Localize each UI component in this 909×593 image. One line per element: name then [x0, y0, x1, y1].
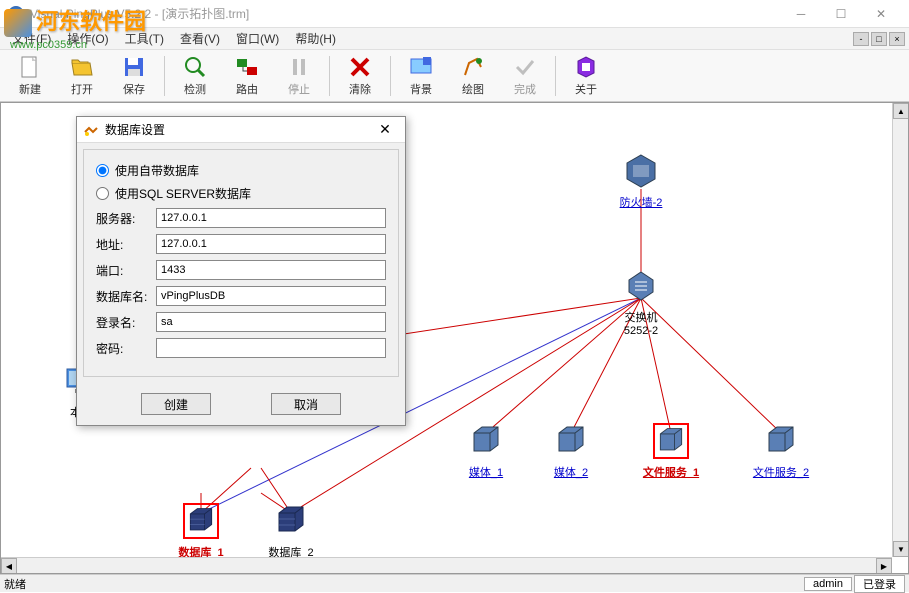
about-icon [574, 55, 598, 79]
menu-help[interactable]: 帮助(H) [287, 28, 344, 49]
toolbar: 新建 打开 保存 检测 路由 停止 清除 背景 绘图 完成 关于 [0, 50, 909, 102]
clear-icon [348, 55, 372, 79]
node-firewall[interactable]: 防火墙-2 [611, 153, 671, 210]
mdi-restore[interactable]: □ [871, 32, 887, 46]
database-icon [273, 503, 309, 539]
address-input[interactable] [156, 234, 386, 254]
menu-tools[interactable]: 工具(T) [117, 28, 172, 49]
new-file-icon [18, 55, 42, 79]
menubar: 文件(F) 操作(O) 工具(T) 查看(V) 窗口(W) 帮助(H) - □ … [0, 28, 909, 50]
toolbar-stop: 停止 [273, 52, 325, 100]
mdi-minimize[interactable]: - [853, 32, 869, 46]
node-fileserv1[interactable]: 文件服务_1 [641, 423, 701, 480]
radio-builtin-input[interactable] [96, 164, 109, 177]
mdi-controls: - □ × [853, 32, 905, 46]
address-label: 地址: [96, 236, 156, 253]
settings-icon [83, 122, 99, 138]
toolbar-route[interactable]: 路由 [221, 52, 273, 100]
radio-sqlserver-db[interactable]: 使用SQL SERVER数据库 [96, 185, 386, 202]
scroll-left-icon[interactable]: ◀ [1, 558, 17, 574]
toolbar-open[interactable]: 打开 [56, 52, 108, 100]
statusbar: 就绪 admin 已登录 [0, 574, 909, 592]
port-label: 端口: [96, 262, 156, 279]
dbname-label: 数据库名: [96, 288, 156, 305]
node-db2[interactable]: 数据库_2 [261, 503, 321, 560]
switch-icon [623, 268, 659, 304]
scroll-down-icon[interactable]: ▼ [893, 541, 909, 557]
menu-view[interactable]: 查看(V) [172, 28, 228, 49]
scroll-up-icon[interactable]: ▲ [893, 103, 909, 119]
window-title: Visual PingPlus V5.2.2 - [演示拓扑图.trm] [30, 5, 781, 22]
horizontal-scrollbar[interactable]: ◀ ▶ [1, 557, 892, 573]
node-media1[interactable]: 媒体_1 [456, 423, 516, 480]
login-input[interactable] [156, 312, 386, 332]
node-media2[interactable]: 媒体_2 [541, 423, 601, 480]
port-input[interactable] [156, 260, 386, 280]
toolbar-done: 完成 [499, 52, 551, 100]
window-controls: ─ ☐ ✕ [781, 1, 901, 27]
toolbar-about[interactable]: 关于 [560, 52, 612, 100]
status-ready: 就绪 [4, 576, 802, 592]
login-label: 登录名: [96, 314, 156, 331]
dialog-title: 数据库设置 [105, 121, 371, 138]
password-label: 密码: [96, 340, 156, 357]
toolbar-clear[interactable]: 清除 [334, 52, 386, 100]
maximize-button[interactable]: ☐ [821, 1, 861, 27]
titlebar: Visual PingPlus V5.2.2 - [演示拓扑图.trm] ─ ☐… [0, 0, 909, 28]
open-icon [70, 55, 94, 79]
server-icon [763, 423, 799, 459]
firewall-icon [623, 153, 659, 189]
minimize-button[interactable]: ─ [781, 1, 821, 27]
server-icon [553, 423, 589, 459]
toolbar-draw[interactable]: 绘图 [447, 52, 499, 100]
dialog-buttons: 创建 取消 [77, 383, 405, 425]
radio-builtin-db[interactable]: 使用自带数据库 [96, 162, 386, 179]
draw-icon [461, 55, 485, 79]
server-input[interactable] [156, 208, 386, 228]
menu-operation[interactable]: 操作(O) [59, 28, 116, 49]
menu-file[interactable]: 文件(F) [4, 28, 59, 49]
toolbar-background[interactable]: 背景 [395, 52, 447, 100]
save-icon [122, 55, 146, 79]
status-user: admin [804, 577, 852, 591]
toolbar-save[interactable]: 保存 [108, 52, 160, 100]
server-icon [468, 423, 504, 459]
database-settings-dialog: 数据库设置 ✕ 使用自带数据库 使用SQL SERVER数据库 服务器: 地址:… [76, 116, 406, 426]
cancel-button[interactable]: 取消 [271, 393, 341, 415]
route-icon [235, 55, 259, 79]
dialog-body: 使用自带数据库 使用SQL SERVER数据库 服务器: 地址: 端口: 数据库… [83, 149, 399, 377]
dialog-close-button[interactable]: ✕ [371, 120, 399, 140]
scroll-right-icon[interactable]: ▶ [876, 558, 892, 574]
server-icon [653, 423, 689, 459]
done-icon [513, 55, 537, 79]
database-icon [183, 503, 219, 539]
password-input[interactable] [156, 338, 386, 358]
dialog-titlebar[interactable]: 数据库设置 ✕ [77, 117, 405, 143]
menu-window[interactable]: 窗口(W) [228, 28, 287, 49]
node-db1[interactable]: 数据库_1 [171, 503, 231, 560]
radio-sqlserver-input[interactable] [96, 187, 109, 200]
node-switch[interactable]: 交换机5252-2 [611, 268, 671, 337]
stop-icon [287, 55, 311, 79]
detect-icon [183, 55, 207, 79]
server-label: 服务器: [96, 210, 156, 227]
background-icon [409, 55, 433, 79]
dbname-input[interactable] [156, 286, 386, 306]
app-icon [8, 6, 24, 22]
toolbar-detect[interactable]: 检测 [169, 52, 221, 100]
mdi-close[interactable]: × [889, 32, 905, 46]
toolbar-new[interactable]: 新建 [4, 52, 56, 100]
node-fileserv2[interactable]: 文件服务_2 [751, 423, 811, 480]
close-button[interactable]: ✕ [861, 1, 901, 27]
vertical-scrollbar[interactable]: ▲ ▼ [892, 103, 908, 557]
status-login: 已登录 [854, 575, 905, 593]
create-button[interactable]: 创建 [141, 393, 211, 415]
